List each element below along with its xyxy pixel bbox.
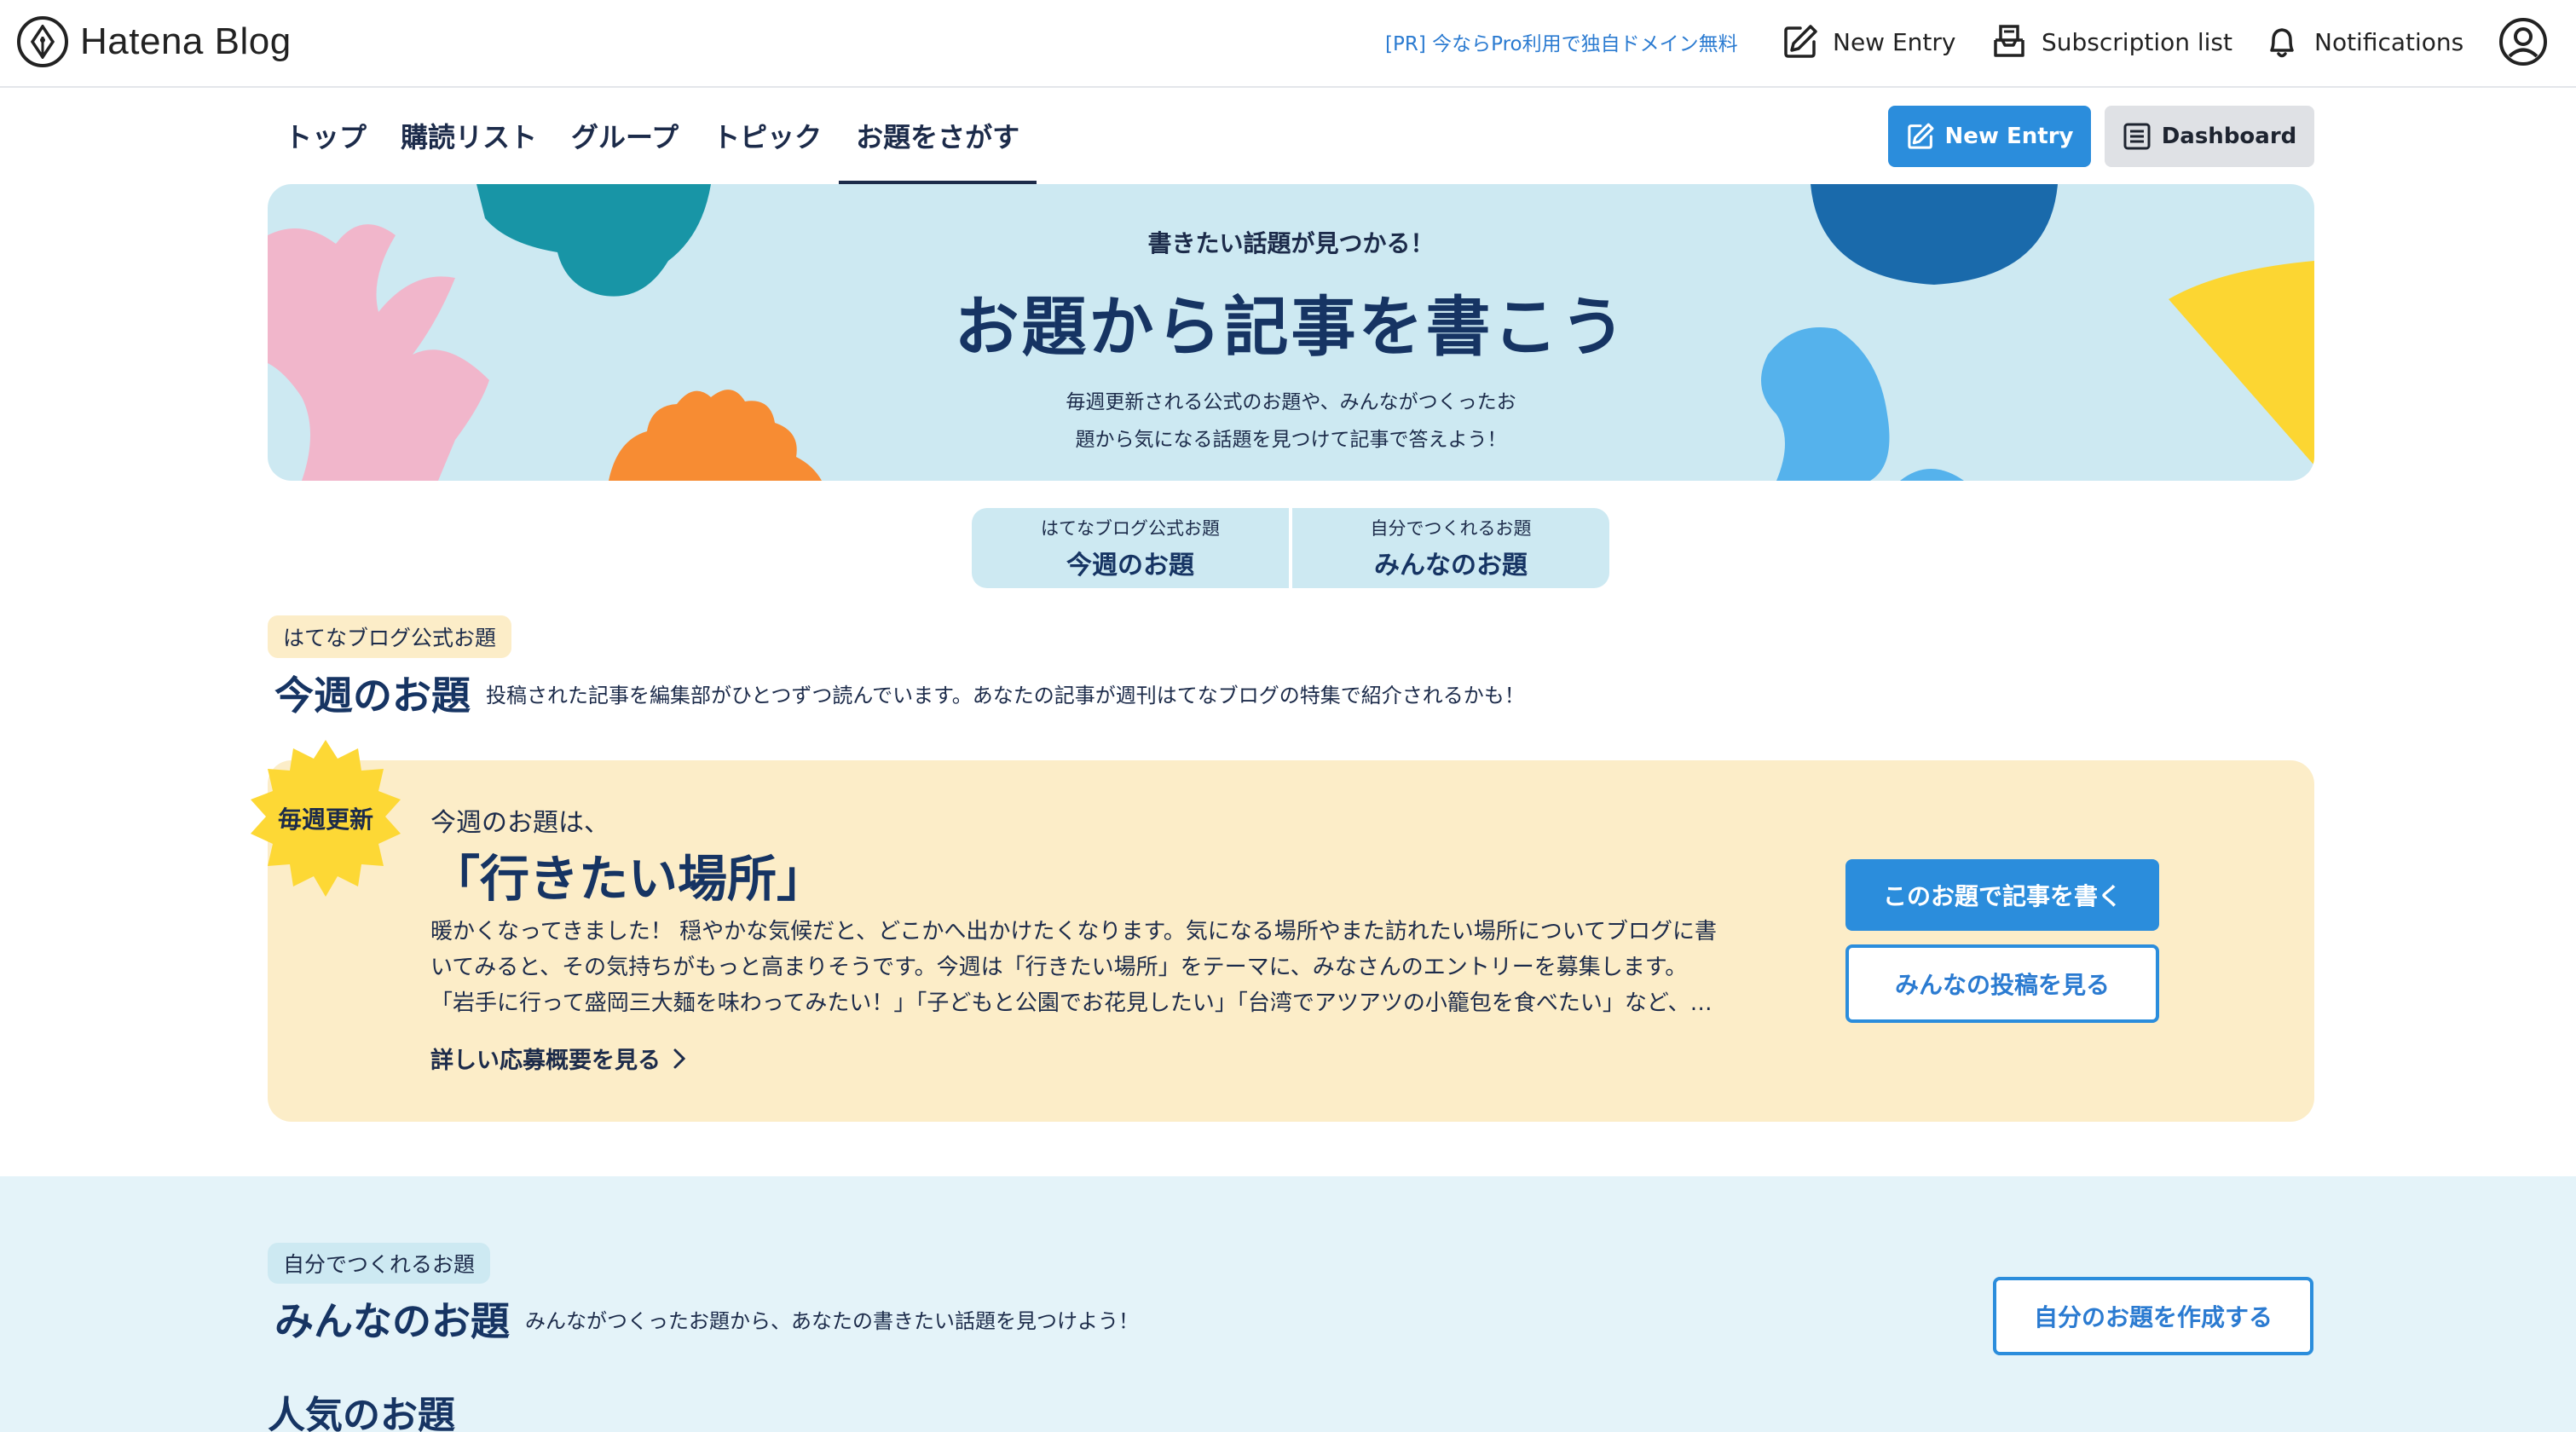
hero-desc-line: 毎週更新される公式のお題や、みんながつくったお [1066,391,1516,413]
weekly-theme-body: 暖かくなってきました！ 穏やかな気候だと、どこかへ出かけたくなります。気になる場… [430,914,1782,1021]
tab-top[interactable]: トップ [268,101,384,186]
create-theme-button[interactable]: 自分のお題を作成する [1993,1277,2313,1355]
dashboard-button-label: Dashboard [2161,124,2297,149]
subscription-box-icon [1994,25,2024,57]
hatena-blog-logo[interactable]: Hatena Blog [17,14,292,70]
tab-subscription[interactable]: 購読リスト [384,101,554,186]
tab-topic[interactable]: トピック [696,101,839,186]
header-new-entry-label: New Entry [1833,27,1956,56]
bell-icon [2270,28,2294,58]
weekly-body-line: いてみると、その気持ちがもっと高まりそうです。今週は「行きたい場所」をテーマに、… [430,955,1688,980]
tab-group[interactable]: グループ [554,101,696,186]
toggle-official-big: 今週のお題 [1066,551,1194,580]
weekly-section-heading: 今週のお題 投稿された記事を編集部がひとつずつ読んでいます。あなたの記事が週刊は… [274,665,1525,721]
global-header: Hatena Blog [PR] 今ならPro利用で独自ドメイン無料 New E… [0,0,2576,88]
hero-title: お題から記事を書こう [954,289,1628,365]
edit-icon [1784,25,1817,58]
popular-themes-heading: 人気のお題 [268,1394,455,1432]
weekly-section-title: 今週のお題 [274,673,471,719]
toggle-official-small: はてなブログ公式お題 [1041,518,1220,539]
theme-type-toggle: はてなブログ公式お題 今週のお題 自分でつくれるお題 みんなのお題 [972,508,1609,588]
weekly-details-link[interactable]: 詳しい応募概要を見る [430,1042,686,1075]
weekly-section-desc: 投稿された記事を編集部がひとつずつ読んでいます。あなたの記事が週刊はてなブログの… [486,683,1525,707]
view-posts-button[interactable]: みんなの投稿を見る [1845,944,2159,1023]
pen-nib-icon [17,16,68,67]
hero-banner: 書きたい話題が見つかる！ お題から記事を書こう 毎週更新される公式のお題や、みん… [268,184,2314,481]
official-theme-badge: はてなブログ公式お題 [268,615,512,658]
write-with-theme-button[interactable]: このお題で記事を書く [1845,859,2159,931]
chevron-right-icon [673,1048,686,1068]
new-entry-button[interactable]: New Entry [1888,106,2091,167]
header-new-entry-link[interactable]: New Entry [1782,15,1955,68]
hero-desc-line: 題から気になる話題を見つけて記事で答えよう！ [1075,429,1507,451]
everyone-section-desc: みんながつくったお題から、あなたの書きたい話題を見つけよう！ [525,1308,1139,1333]
everyone-section-title: みんなのお題 [274,1298,510,1344]
pr-promo-link[interactable]: [PR] 今ならPro利用で独自ドメイン無料 [1385,27,1738,56]
header-subscription-label: Subscription list [2042,27,2232,56]
user-icon [2499,18,2547,66]
toggle-everyone-theme[interactable]: 自分でつくれるお題 みんなのお題 [1289,508,1609,588]
dashboard-button[interactable]: Dashboard [2105,106,2314,167]
header-notifications-link[interactable]: Notifications [2263,15,2463,68]
everyone-section-heading: みんなのお題 みんながつくったお題から、あなたの書きたい話題を見つけよう！ [274,1291,1139,1347]
sub-navigation: トップ 購読リスト グループ トピック お題をさがす [268,101,1037,186]
tab-find-theme[interactable]: お題をさがす [839,101,1037,186]
weekly-theme-lead: 今週のお題は、 [430,808,609,838]
edit-icon [1907,123,1933,149]
header-subscription-link[interactable]: Subscription list [1990,15,2232,68]
toggle-everyone-small: 自分でつくれるお題 [1370,518,1532,539]
toggle-everyone-big: みんなのお題 [1374,551,1528,580]
dashboard-icon [2123,123,2151,150]
toggle-official-theme[interactable]: はてなブログ公式お題 今週のお題 [972,508,1289,588]
weekly-details-label: 詳しい応募概要を見る [430,1048,661,1074]
hero-text: 書きたい話題が見つかる！ お題から記事を書こう 毎週更新される公式のお題や、みん… [268,225,2314,459]
weekly-theme-name: 「行きたい場所」 [430,850,827,908]
logo-text: Hatena Blog [80,20,292,62]
new-entry-button-label: New Entry [1944,124,2074,149]
hero-description: 毎週更新される公式のお題や、みんながつくったお 題から気になる話題を見つけて記事… [268,384,2314,459]
weekly-update-label: 毎週更新 [277,806,373,834]
user-avatar-button[interactable] [2498,15,2562,68]
header-notifications-label: Notifications [2314,27,2464,56]
everyone-theme-badge: 自分でつくれるお題 [268,1243,491,1284]
hero-subtitle: 書きたい話題が見つかる！ [1147,229,1435,257]
weekly-body-line: 暖かくなってきました！ 穏やかな気候だと、どこかへ出かけたくなります。気になる場… [430,919,1717,944]
weekly-body-line: 「岩手に行って盛岡三大麺を味わってみたい！」「子どもと公園でお花見したい」「台湾… [430,990,1713,1016]
